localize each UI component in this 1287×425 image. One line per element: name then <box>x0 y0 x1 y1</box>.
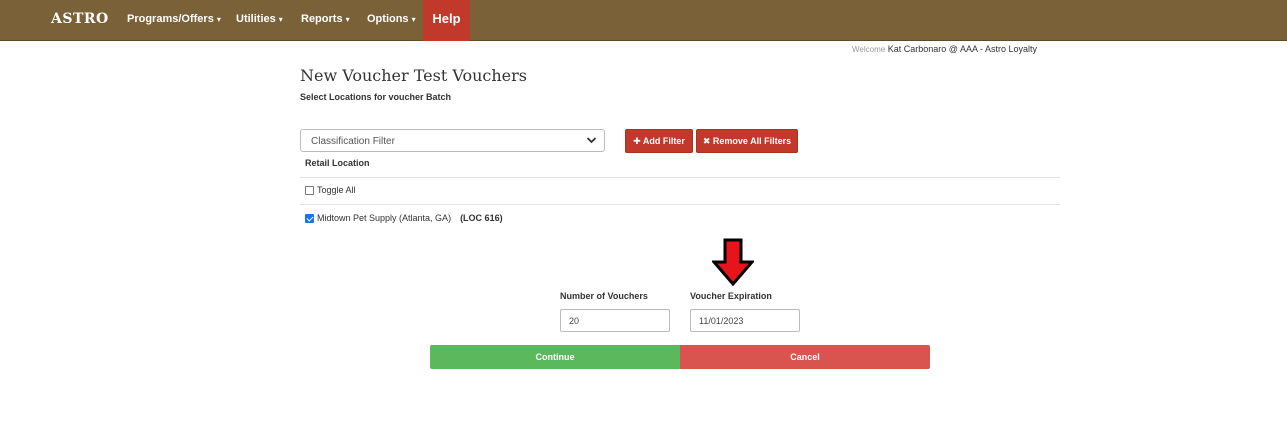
location-name: Midtown Pet Supply (Atlanta, GA) <box>317 213 452 223</box>
classification-filter-value: Classification Filter <box>311 136 395 147</box>
caret-down-icon: ▾ <box>411 15 416 24</box>
welcome-message: Welcome Kat Carbonaro @ AAA - Astro Loya… <box>852 44 1037 54</box>
number-of-vouchers-label: Number of Vouchers <box>560 291 648 301</box>
toggle-all-row[interactable]: Toggle All <box>305 185 356 195</box>
caret-down-icon: ▾ <box>278 15 283 24</box>
page-subtitle: Select Locations for voucher Batch <box>300 92 452 102</box>
page-title: New Voucher Test Vouchers <box>300 66 527 85</box>
nav-utilities[interactable]: Utilities ▾ <box>236 13 283 25</box>
remove-all-filters-label: Remove All Filters <box>712 136 792 146</box>
retail-location-header: Retail Location <box>305 158 370 168</box>
cancel-button[interactable]: Cancel <box>680 345 930 369</box>
welcome-org: AAA - Astro Loyalty <box>959 44 1037 54</box>
plus-icon: ✚ <box>633 136 641 146</box>
toggle-all-label: Toggle All <box>317 185 356 195</box>
voucher-expiration-input[interactable]: 11/01/2023 <box>690 309 800 332</box>
caret-down-icon: ▾ <box>216 15 221 24</box>
welcome-prefix: Welcome <box>852 45 886 54</box>
nav-reports[interactable]: Reports ▾ <box>301 13 350 25</box>
chevron-down-icon <box>586 133 597 150</box>
divider <box>300 204 1060 205</box>
continue-button[interactable]: Continue <box>430 345 680 369</box>
toggle-all-checkbox[interactable] <box>305 185 314 195</box>
location-checkbox[interactable] <box>305 213 314 223</box>
classification-filter-select[interactable]: Classification Filter <box>300 129 605 152</box>
brand-logo[interactable]: ASTRO <box>51 11 109 27</box>
add-filter-label: Add Filter <box>642 136 685 146</box>
nav-reports-label: Reports <box>301 13 343 25</box>
welcome-at: @ <box>948 44 958 54</box>
voucher-expiration-label: Voucher Expiration <box>690 291 772 301</box>
welcome-user: Kat Carbonaro <box>887 44 947 54</box>
add-filter-button[interactable]: ✚ Add Filter <box>625 129 693 153</box>
nav-programs-offers-label: Programs/Offers <box>127 13 214 25</box>
remove-all-filters-button[interactable]: ✖ Remove All Filters <box>696 129 798 153</box>
location-row[interactable]: Midtown Pet Supply (Atlanta, GA) (LOC 61… <box>305 213 503 223</box>
caret-down-icon: ▾ <box>345 15 350 24</box>
location-code: (LOC 616) <box>460 213 503 223</box>
annotation-arrow-icon <box>712 238 754 286</box>
nav-programs-offers[interactable]: Programs/Offers ▾ <box>127 13 221 25</box>
nav-options-label: Options <box>367 13 409 25</box>
nav-utilities-label: Utilities <box>236 13 276 25</box>
close-icon: ✖ <box>702 136 711 146</box>
nav-options[interactable]: Options ▾ <box>367 13 416 25</box>
number-of-vouchers-input[interactable]: 20 <box>560 309 670 332</box>
help-button[interactable]: Help <box>423 0 470 41</box>
divider <box>300 177 1060 178</box>
top-navbar: ASTRO Programs/Offers ▾ Utilities ▾ Report… <box>0 0 1287 41</box>
